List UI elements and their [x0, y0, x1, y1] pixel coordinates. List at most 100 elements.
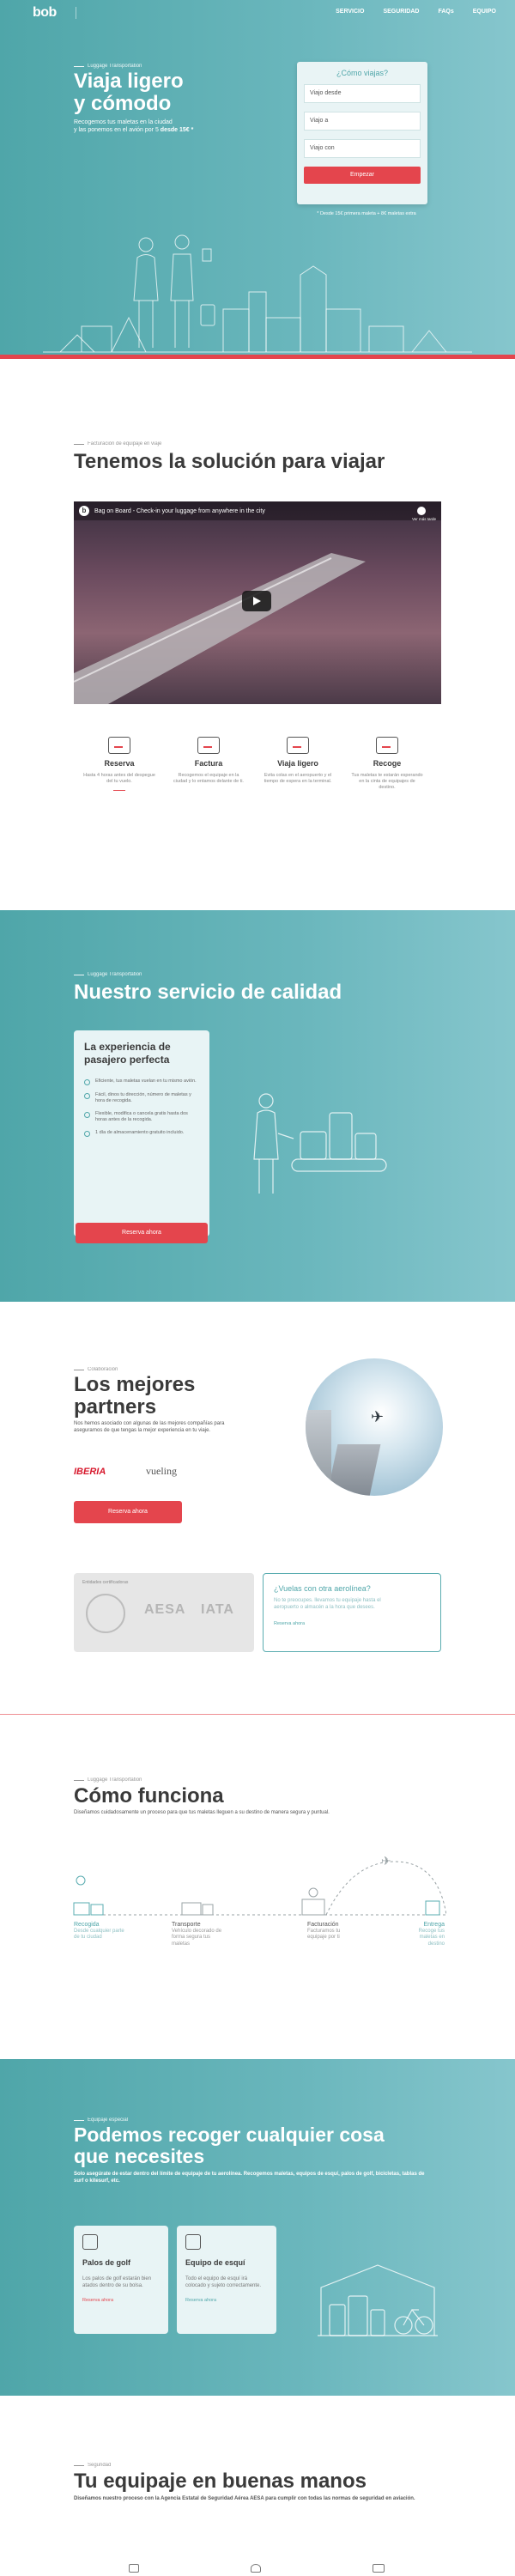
hero-illustration	[43, 234, 472, 353]
quality-eyebrow: Luggage Transportation	[74, 972, 142, 977]
golf-reserve-link[interactable]: Reserva ahora	[82, 2298, 160, 2303]
hero-subtitle-line1: Recogemos tus maletas en la ciudad	[74, 119, 173, 125]
video-player[interactable]: b Bag on Board - Check-in your luggage f…	[74, 501, 441, 704]
cert-caption: Entidades certificadoras	[82, 1580, 129, 1585]
benefit-text: Fácil, dinos tu dirección, número de mal…	[95, 1092, 191, 1103]
nav-link-equipo[interactable]: EQUIPO	[473, 9, 496, 15]
other-airline-desc: No te preocupes. llevamos tu equipaje ha…	[274, 1598, 381, 1610]
ski-icon	[185, 2234, 201, 2250]
special-section: Equipaje especial Podemos recoger cualqu…	[0, 2059, 515, 2396]
reserve-now-button[interactable]: Reserva ahora	[76, 1223, 208, 1243]
building-shape	[306, 1410, 331, 1496]
step-title: Transporte	[172, 1922, 201, 1928]
feature-desc: Tus maletas te estarán esperando en la c…	[351, 773, 423, 790]
experience-title: La experiencia de pasajero perfecta	[84, 1041, 199, 1066]
solution-title: Tenemos la solución para viajar	[74, 450, 385, 473]
from-input[interactable]: Viajo desde	[304, 84, 421, 103]
safety-section: Seguridad Tu equipaje en buenas manos Di…	[0, 2396, 515, 2576]
ticket-icon	[287, 737, 309, 754]
other-airline-title: ¿Vuelas con otra aerolínea?	[274, 1584, 371, 1593]
partners-section: Colaboración Los mejores partners Nos he…	[0, 1302, 515, 1716]
video-title: Bag on Board - Check-in your luggage fro…	[94, 507, 265, 514]
step-desc: Vehículo decorado de forma segura tus ma…	[172, 1928, 222, 1947]
special-title-line2: que necesites	[74, 2145, 205, 2167]
step-title: Facturación	[307, 1922, 339, 1928]
experience-card: La experiencia de pasajero perfecta Efic…	[74, 1030, 209, 1243]
step-entrega: Entrega Recoge tus maletas en destino	[410, 1922, 445, 1947]
play-button[interactable]	[242, 591, 271, 611]
ski-desc: Todo el equipo de esquí irá colocado y s…	[185, 2276, 262, 2288]
aesa-logo: AESA	[144, 1602, 186, 1617]
hero-title-line2: y cómodo	[74, 92, 172, 115]
feature-title: Viaja ligero	[277, 759, 318, 768]
how-section: Luggage Transportation Cómo funciona Dis…	[0, 1716, 515, 2059]
nav-link-servicio[interactable]: SERVICIO	[336, 9, 364, 15]
form-title: ¿Cómo viajas?	[336, 69, 389, 77]
feature-factura: Factura Recogemos el equipaje en la ciud…	[172, 737, 245, 785]
ski-card: Equipo de esquí Todo el equipo de esquí …	[177, 2226, 276, 2334]
id-card-icon	[373, 2564, 385, 2573]
watch-later-icon[interactable]	[417, 507, 426, 515]
other-airline-card: ¿Vuelas con otra aerolínea? No te preocu…	[263, 1573, 441, 1652]
check-icon	[84, 1079, 90, 1085]
feature-reserva: Reserva Hasta 4 horas antes del despegue…	[82, 737, 156, 791]
nav-link-seguridad[interactable]: SEGURIDAD	[383, 9, 419, 15]
process-diagram: ✈	[73, 1855, 446, 1916]
benefit-text: Eficiente, tus maletas vuelan en tu mism…	[95, 1078, 197, 1084]
channel-icon: b	[79, 506, 89, 516]
svg-text:✈: ✈	[381, 1855, 391, 1868]
feature-title: Reserva	[104, 759, 135, 768]
golf-title: Palos de golf	[82, 2258, 131, 2267]
feature-title: Recoge	[373, 759, 402, 768]
nav-link-faqs[interactable]: FAQs	[438, 9, 453, 15]
step-desc: Facturamos tu equipaje por ti	[307, 1928, 341, 1941]
experience-title-line2: pasajero perfecta	[84, 1054, 170, 1066]
golf-card: Palos de golf Los palos de golf estarán …	[74, 2226, 168, 2334]
solution-eyebrow: Facturación de equipaje en viaje	[74, 441, 161, 447]
partners-title-line1: Los mejores	[74, 1373, 196, 1396]
to-input[interactable]: Viajo a	[304, 112, 421, 131]
iberia-logo: IBERIA	[74, 1467, 106, 1477]
travel-with-input[interactable]: Viajo con	[304, 139, 421, 158]
certification-card: Entidades certificadoras AESA IATA	[74, 1573, 254, 1652]
quality-section: Luggage Transportation Nuestro servicio …	[0, 910, 515, 1302]
step-facturacion: Facturación Facturamos tu equipaje por ti	[307, 1922, 359, 1941]
benefit-text: Flexible, modifica o cancela gratis hast…	[95, 1111, 188, 1122]
safety-eyebrow: Seguridad	[74, 2463, 111, 2468]
quality-title: Nuestro servicio de calidad	[74, 981, 342, 1004]
how-title: Cómo funciona	[74, 1784, 224, 1807]
gov-seal-icon	[86, 1594, 125, 1633]
top-nav: bob SERVICIO SEGURIDAD FAQs EQUIPO	[0, 0, 515, 26]
brand-logo[interactable]: bob	[33, 5, 57, 21]
feature-desc: Recogemos el equipaje en la ciudad y lo …	[173, 773, 244, 784]
hero-subtitle-line2: y las ponemos en el avión por 5 desde 15…	[74, 126, 193, 134]
feature-recoge: Recoge Tus maletas te estarán esperando …	[350, 737, 424, 791]
step-title: Recogida	[74, 1922, 100, 1928]
step-title: Entrega	[423, 1922, 445, 1928]
calendar-icon	[108, 737, 130, 754]
safety-title: Tu equipaje en buenas manos	[74, 2470, 367, 2493]
iata-logo: IATA	[201, 1602, 234, 1617]
other-airline-link[interactable]: Reserva ahora	[274, 1621, 430, 1626]
partners-desc: Nos hemos asociado con algunas de las me…	[74, 1421, 225, 1433]
partners-reserve-button[interactable]: Reserva ahora	[74, 1501, 182, 1523]
ski-title: Equipo de esquí	[185, 2258, 245, 2267]
ski-reserve-link[interactable]: Reserva ahora	[185, 2298, 268, 2303]
golf-icon	[82, 2234, 98, 2250]
solution-section: Facturación de equipaje en viaje Tenemos…	[0, 359, 515, 910]
hero-price: desde 15€ *	[160, 127, 194, 133]
benefit-text: 1 día de almacenamiento gratuito incluid…	[95, 1130, 185, 1135]
feature-viaja-ligero: Viaja ligero Evita colas en el aeropuert…	[261, 737, 335, 785]
van-icon	[197, 737, 220, 754]
hero-subtitle: Recogemos tus maletas en la ciudad y las…	[74, 118, 193, 134]
start-button[interactable]: Empezar	[304, 167, 421, 184]
feature-underline	[113, 790, 125, 791]
lock-icon	[251, 2564, 261, 2573]
partners-title-line2: partners	[74, 1395, 157, 1419]
safety-desc: Diseñamos nuestro proceso con la Agencia…	[74, 2496, 415, 2501]
benefit-item: Fácil, dinos tu dirección, número de mal…	[84, 1092, 199, 1104]
watch-later-label: Ver más tarde	[411, 517, 436, 521]
play-icon	[253, 597, 261, 605]
airplane-icon: ✈	[371, 1408, 385, 1425]
check-icon	[84, 1131, 90, 1137]
